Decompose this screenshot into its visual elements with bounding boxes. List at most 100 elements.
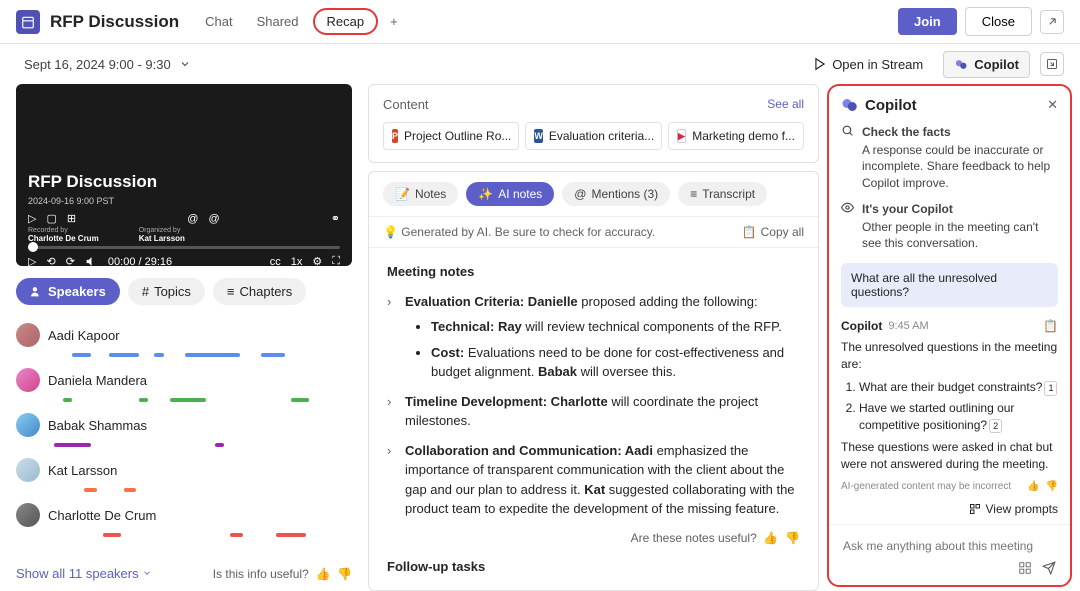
speaker-row[interactable]: Charlotte De Crum <box>16 497 352 533</box>
video-title: RFP Discussion <box>28 172 340 192</box>
stream-icon <box>813 57 827 71</box>
file-chip[interactable]: PProject Outline Ro... <box>383 122 519 150</box>
mention-icon-2[interactable]: @ <box>208 213 219 225</box>
join-button[interactable]: Join <box>898 8 957 35</box>
settings-icon[interactable]: ⚙ <box>312 255 322 268</box>
search-icon <box>841 124 855 191</box>
show-all-speakers[interactable]: Show all 11 speakers <box>16 566 152 581</box>
header: RFP Discussion Chat Shared Recap + Join … <box>0 0 1080 44</box>
avatar <box>16 413 40 437</box>
close-button[interactable]: Close <box>965 7 1032 36</box>
app-icon <box>16 10 40 34</box>
copilot-icon <box>954 57 969 72</box>
note-item: Evaluation Criteria: Danielle proposed a… <box>387 292 800 382</box>
reference-badge[interactable]: 1 <box>1044 381 1057 396</box>
response-time: 9:45 AM <box>888 320 928 332</box>
chapters-tab[interactable]: ≡ Chapters <box>213 278 306 305</box>
copy-all-button[interactable]: 📋 Copy all <box>742 225 804 239</box>
content-card: Content See all PProject Outline Ro... W… <box>368 84 819 163</box>
file-chip[interactable]: ▶Marketing demo f... <box>668 122 804 150</box>
mention-icon[interactable]: @ <box>187 213 198 225</box>
play-button[interactable]: ▷ <box>28 255 36 268</box>
powerpoint-icon: P <box>392 129 398 143</box>
copilot-input[interactable] <box>839 531 1060 561</box>
info-useful-prompt: Is this info useful? 👍 👎 <box>213 567 352 581</box>
ai-disclaimer-small: AI-generated content may be incorrect <box>841 481 1011 492</box>
note-item: Collaboration and Communication: Aadi em… <box>387 441 800 519</box>
chevron-down-icon <box>179 58 191 70</box>
send-icon[interactable] <box>1042 561 1056 575</box>
view-prompts-button[interactable]: View prompts <box>829 494 1070 524</box>
copilot-panel: Copilot ✕ Check the factsA response coul… <box>827 84 1072 587</box>
copilot-logo-icon <box>841 96 859 114</box>
notes-card: 📝 Notes ✨ AI notes @ Mentions (3) ≡ Tran… <box>368 171 819 591</box>
tab-recap[interactable]: Recap <box>313 8 379 35</box>
meeting-title: RFP Discussion <box>50 12 179 32</box>
followup-heading: Follow-up tasks <box>387 557 800 577</box>
people-icon <box>30 285 43 298</box>
thumbs-down-icon[interactable]: 👎 <box>1046 481 1058 492</box>
speaker-row[interactable]: Kat Larsson <box>16 452 352 488</box>
video-time: 00:00 / 29:16 <box>108 256 172 268</box>
popout-icon[interactable] <box>1040 10 1064 34</box>
video-progress[interactable] <box>28 246 340 249</box>
cc-button[interactable]: cc <box>270 256 281 268</box>
tab-chat[interactable]: Chat <box>195 8 242 35</box>
copy-response-icon[interactable]: 📋 <box>1043 319 1058 333</box>
content-heading: Content <box>383 97 429 112</box>
close-icon[interactable]: ✕ <box>1047 97 1058 113</box>
speaker-row[interactable]: Babak Shammas <box>16 407 352 443</box>
caption-icon[interactable]: ▷ <box>28 212 36 225</box>
thumbs-up-icon[interactable]: 👍 <box>1027 481 1039 492</box>
transcript-tab[interactable]: ≡ Transcript <box>678 182 767 206</box>
speed-button[interactable]: 1x <box>291 256 303 268</box>
rewind-button[interactable]: ⟲ <box>46 255 55 268</box>
apps-icon[interactable] <box>1018 561 1032 575</box>
avatar <box>16 323 40 347</box>
reference-badge[interactable]: 2 <box>989 419 1002 434</box>
lightbulb-icon: 💡 <box>383 225 398 239</box>
video-date: 2024-09-16 9:00 PST <box>28 196 340 206</box>
thumbs-down-icon[interactable]: 👎 <box>785 531 800 545</box>
forward-button[interactable]: ⟳ <box>66 255 75 268</box>
panel-popout-icon[interactable] <box>1040 52 1064 76</box>
response-author: Copilot <box>841 319 882 333</box>
square-icon[interactable]: ▢ <box>46 212 56 225</box>
open-in-stream-button[interactable]: Open in Stream <box>803 52 933 77</box>
file-chip[interactable]: WEvaluation criteria... <box>525 122 661 150</box>
video-overlay-icons: ▷ ▢ ⊞ @ @ ⚭ <box>28 212 340 225</box>
date-range-picker[interactable]: Sept 16, 2024 9:00 - 9:30 <box>16 53 199 76</box>
people-icon[interactable]: ⚭ <box>331 212 340 225</box>
thumbs-up-icon[interactable]: 👍 <box>763 531 778 545</box>
fullscreen-icon[interactable]: ⛶ <box>332 255 340 268</box>
tab-shared[interactable]: Shared <box>247 8 309 35</box>
speaker-row[interactable]: Aadi Kapoor <box>16 317 352 353</box>
header-tabs: Chat Shared Recap + <box>195 8 406 35</box>
avatar <box>16 503 40 527</box>
ai-disclaimer: Generated by AI. Be sure to check for ac… <box>401 225 655 239</box>
gallery-icon[interactable]: ⊞ <box>67 212 76 225</box>
video-icon: ▶ <box>677 129 687 143</box>
grid-icon <box>969 503 981 515</box>
response-body: The unresolved questions in the meeting … <box>841 339 1058 473</box>
word-icon: W <box>534 129 543 143</box>
see-all-link[interactable]: See all <box>767 97 804 112</box>
ai-notes-tab[interactable]: ✨ AI notes <box>466 182 554 206</box>
note-item: Timeline Development: Charlotte will coo… <box>387 392 800 431</box>
date-range-text: Sept 16, 2024 9:00 - 9:30 <box>24 57 171 72</box>
topics-tab[interactable]: # Topics <box>128 278 205 305</box>
notes-useful-prompt: Are these notes useful? 👍 👎 <box>387 529 800 547</box>
avatar <box>16 368 40 392</box>
eye-icon <box>841 201 855 252</box>
video-player[interactable]: RFP Discussion 2024-09-16 9:00 PST ▷ ▢ ⊞… <box>16 84 352 266</box>
avatar <box>16 458 40 482</box>
notes-tab[interactable]: 📝 Notes <box>383 182 458 206</box>
meeting-notes-heading: Meeting notes <box>387 262 800 282</box>
speaker-row[interactable]: Daniela Mandera <box>16 362 352 398</box>
volume-button[interactable] <box>85 255 98 268</box>
user-prompt: What are all the unresolved questions? <box>841 263 1058 307</box>
copilot-toggle-button[interactable]: Copilot <box>943 51 1030 78</box>
add-tab-button[interactable]: + <box>382 8 406 35</box>
mentions-tab[interactable]: @ Mentions (3) <box>562 182 670 206</box>
speakers-tab[interactable]: Speakers <box>16 278 120 305</box>
